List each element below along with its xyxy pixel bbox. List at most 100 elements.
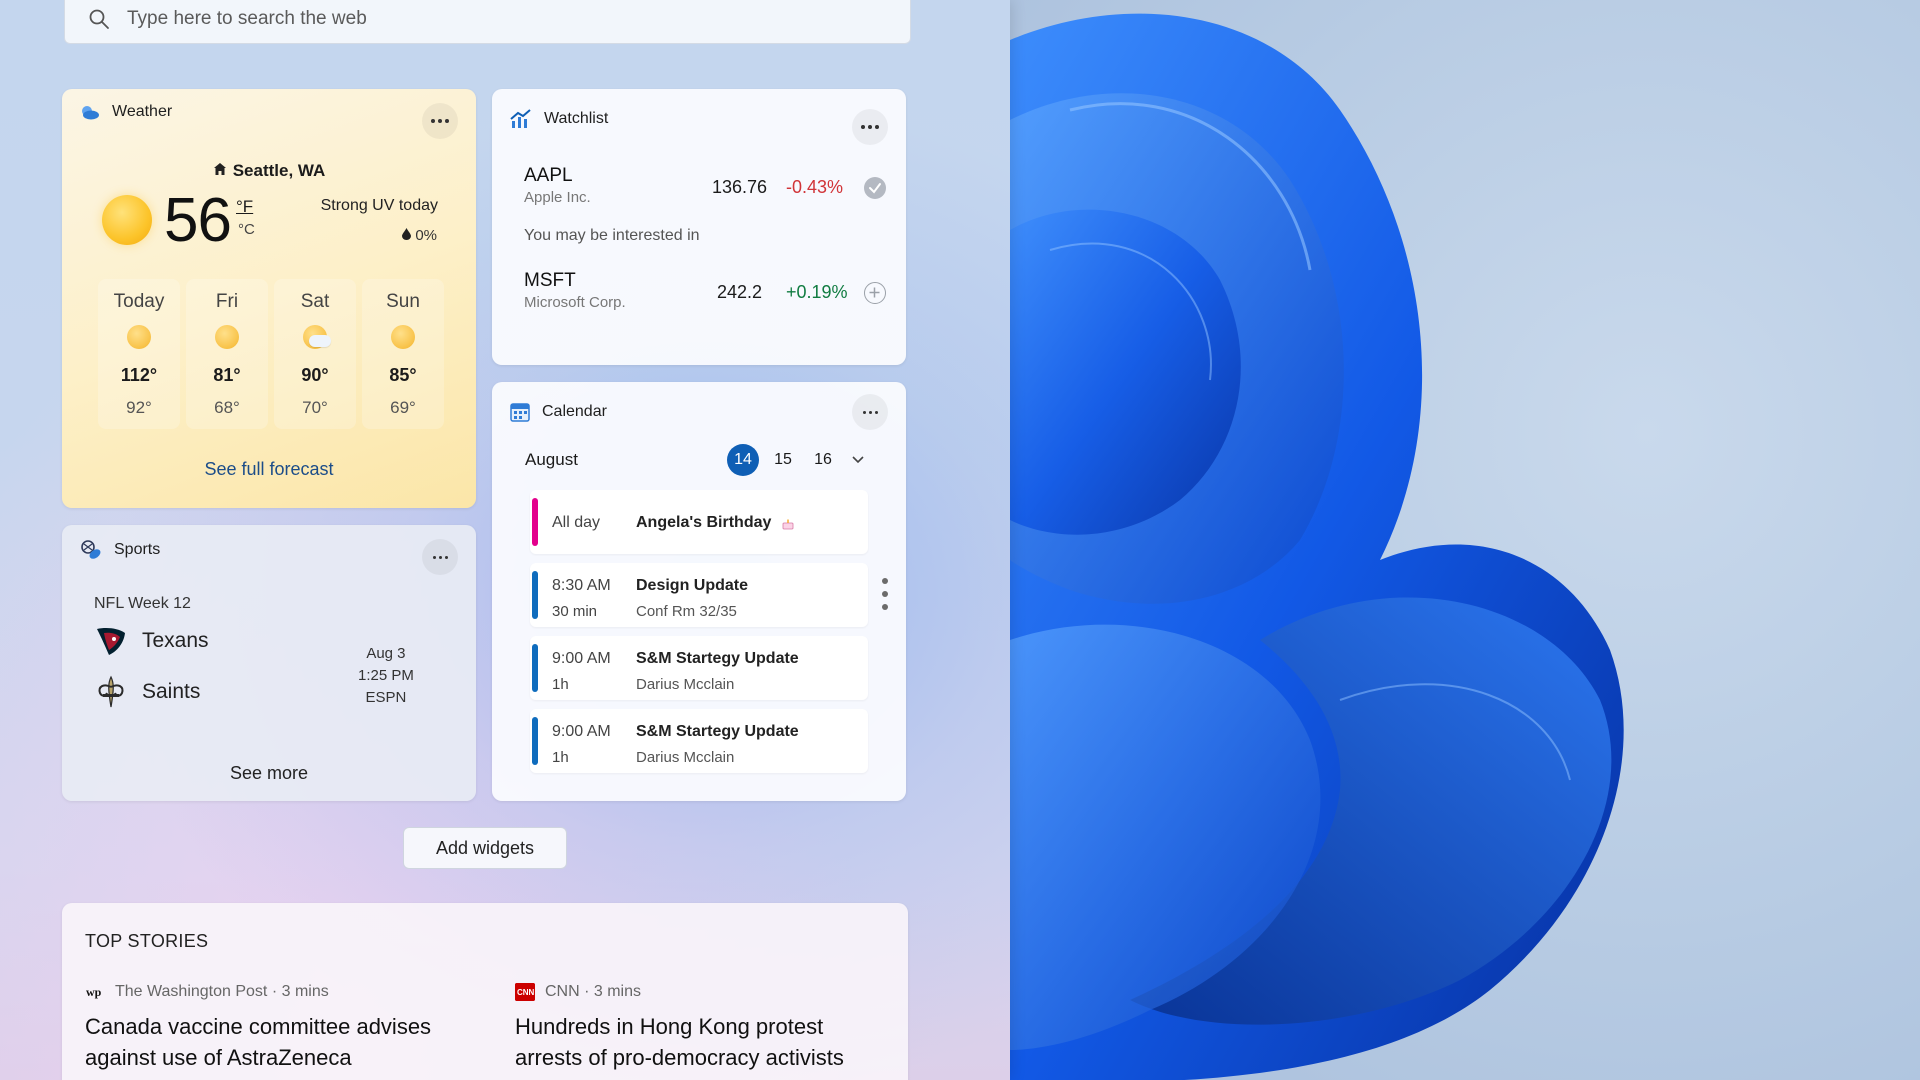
event-title: Angela's Birthday xyxy=(636,514,794,532)
forecast-high: 81° xyxy=(213,365,241,385)
stock-row[interactable]: MSFT Microsoft Corp. 242.2 +0.19% xyxy=(524,270,886,311)
sports-title: Sports xyxy=(114,541,161,558)
calendar-date-picker: 14 15 16 xyxy=(727,444,865,476)
weather-widget[interactable]: Weather Seattle, WA 56 °F °C Strong UV t… xyxy=(62,89,476,508)
story-headline[interactable]: Canada vaccine committee advises against… xyxy=(85,1011,465,1073)
see-more-link[interactable]: See more xyxy=(62,763,476,784)
event-title: S&M Startegy Update xyxy=(636,723,799,740)
game-channel: ESPN xyxy=(365,689,407,706)
calendar-widget[interactable]: Calendar August 14 15 16 All day Angela'… xyxy=(492,382,906,801)
team-row[interactable]: Saints xyxy=(94,675,200,709)
event-organizer: Darius Mcclain xyxy=(636,676,735,693)
sports-more-button[interactable] xyxy=(422,539,458,575)
add-icon[interactable] xyxy=(864,282,886,304)
event-color-bar xyxy=(532,717,538,765)
forecast-day-name: Today xyxy=(113,291,165,312)
event-time: All day xyxy=(552,514,601,531)
forecast-low: 70° xyxy=(302,398,328,417)
bloom-wallpaper-graphic xyxy=(1010,13,1624,1080)
game-info: Aug 3 1:25 PM ESPN xyxy=(358,643,414,709)
event-duration: 30 min xyxy=(552,603,598,620)
raindrop-icon xyxy=(402,228,412,240)
cnn-logo-icon: CNN xyxy=(515,983,535,1001)
svg-text:CNN: CNN xyxy=(517,988,535,997)
forecast-day[interactable]: Sun 85° 69° xyxy=(362,279,444,429)
widgets-panel: Weather Seattle, WA 56 °F °C Strong UV t… xyxy=(0,0,1010,1080)
event-color-bar xyxy=(532,644,538,692)
calendar-event[interactable]: 9:00 AM 1h S&M Startegy Update Darius Mc… xyxy=(530,636,868,700)
home-icon xyxy=(213,161,227,181)
sports-icon xyxy=(81,540,101,559)
fahrenheit-toggle[interactable]: °F xyxy=(236,197,253,217)
event-color-bar xyxy=(532,498,538,546)
watchlist-more-button[interactable] xyxy=(852,109,888,145)
calendar-header: Calendar xyxy=(510,402,607,422)
calendar-more-button[interactable] xyxy=(852,394,888,430)
stock-price: 136.76 xyxy=(712,177,768,197)
sun-icon xyxy=(102,195,152,245)
team-row[interactable]: Texans xyxy=(94,625,209,657)
weather-location: Seattle, WA xyxy=(62,161,476,181)
precipitation: 0% xyxy=(402,227,437,244)
event-time: 8:30 AM xyxy=(552,577,611,594)
forecast-day[interactable]: Sat 90° 70° xyxy=(274,279,356,429)
chevron-down-icon[interactable] xyxy=(851,455,865,465)
partly-cloudy-icon xyxy=(303,325,331,349)
interest-label: You may be interested in xyxy=(524,227,700,244)
sun-icon xyxy=(215,325,239,349)
weather-condition: Strong UV today xyxy=(320,197,438,214)
event-time: 9:00 AM xyxy=(552,650,611,667)
event-location: Conf Rm 32/35 xyxy=(636,603,737,620)
date-button[interactable]: 14 xyxy=(727,444,759,476)
weather-header: Weather xyxy=(80,103,172,121)
saints-logo-icon xyxy=(98,675,124,708)
event-organizer: Darius Mcclain xyxy=(636,749,735,766)
sports-widget[interactable]: Sports NFL Week 12 Texans Saints Aug 3 1… xyxy=(62,525,476,801)
scroll-indicator[interactable] xyxy=(882,578,888,617)
current-temperature: 56 xyxy=(164,186,232,255)
celsius-toggle[interactable]: °C xyxy=(238,221,255,238)
team-name: Texans xyxy=(142,629,209,652)
calendar-title: Calendar xyxy=(542,403,607,420)
watchlist-title: Watchlist xyxy=(544,110,609,127)
check-icon[interactable] xyxy=(864,177,886,199)
add-widgets-button[interactable]: Add widgets xyxy=(403,827,567,869)
forecast-low: 69° xyxy=(390,398,416,417)
game-time: 1:25 PM xyxy=(358,667,414,684)
calendar-event[interactable]: 9:00 AM 1h S&M Startegy Update Darius Mc… xyxy=(530,709,868,773)
forecast-low: 92° xyxy=(126,398,152,417)
forecast-row: Today 112° 92° Fri 81° 68° Sat 90° 70° S… xyxy=(98,279,444,429)
stock-chart-icon xyxy=(510,109,531,128)
texans-logo-icon xyxy=(97,628,125,655)
event-color-bar xyxy=(532,571,538,619)
weather-more-button[interactable] xyxy=(422,103,458,139)
web-search-bar[interactable] xyxy=(64,0,911,44)
see-full-forecast-link[interactable]: See full forecast xyxy=(62,459,476,480)
forecast-day[interactable]: Today 112° 92° xyxy=(98,279,180,429)
event-duration: 1h xyxy=(552,676,569,693)
calendar-event[interactable]: 8:30 AM 30 min Design Update Conf Rm 32/… xyxy=(530,563,868,627)
weather-cloud-icon xyxy=(82,106,99,120)
forecast-high: 90° xyxy=(301,365,329,385)
search-input[interactable] xyxy=(127,8,827,30)
date-button[interactable]: 15 xyxy=(767,444,799,476)
forecast-high: 85° xyxy=(389,365,417,385)
location-label: Seattle, WA xyxy=(232,161,326,180)
story-headline[interactable]: Hundreds in Hong Kong protest arrests of… xyxy=(515,1011,895,1073)
weather-title: Weather xyxy=(112,103,173,120)
date-button[interactable]: 16 xyxy=(807,444,839,476)
search-icon xyxy=(89,9,109,29)
calendar-month: August xyxy=(525,450,578,469)
news-story[interactable]: CNN CNN · 3 mins Hundreds in Hong Kong p… xyxy=(515,983,895,1073)
forecast-day[interactable]: Fri 81° 68° xyxy=(186,279,268,429)
calendar-event[interactable]: All day Angela's Birthday xyxy=(530,490,868,554)
watchlist-widget[interactable]: Watchlist AAPL Apple Inc. 136.76 -0.43% … xyxy=(492,89,906,365)
stock-price: 242.2 xyxy=(717,282,763,302)
sun-icon xyxy=(391,325,415,349)
event-title: S&M Startegy Update xyxy=(636,650,799,667)
stock-row[interactable]: AAPL Apple Inc. 136.76 -0.43% xyxy=(524,165,886,206)
story-source: wp The Washington Post · 3 mins xyxy=(85,983,465,1001)
news-story[interactable]: wp The Washington Post · 3 mins Canada v… xyxy=(85,983,465,1073)
sun-icon xyxy=(127,325,151,349)
team-name: Saints xyxy=(142,680,201,703)
